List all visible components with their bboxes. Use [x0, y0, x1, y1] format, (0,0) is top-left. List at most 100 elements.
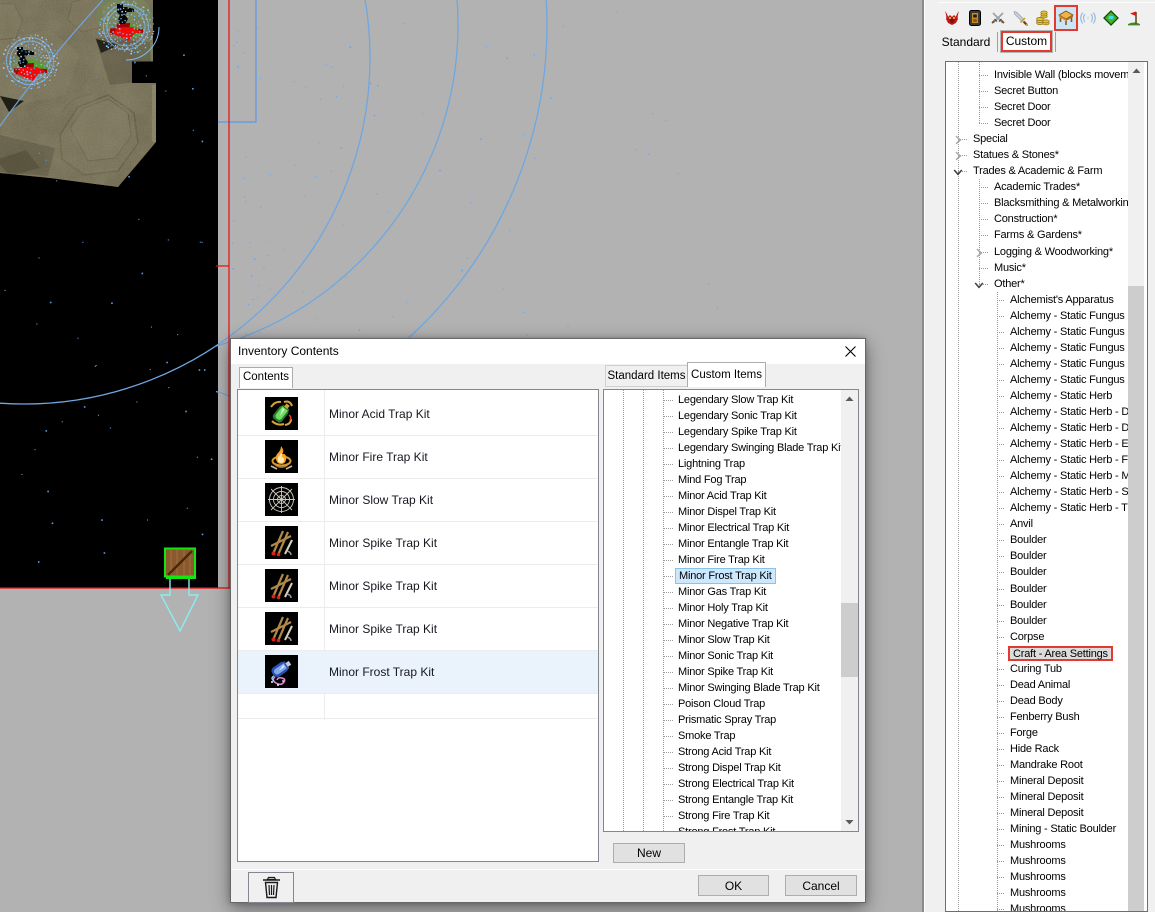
palette-tree-row[interactable]: Boulder: [946, 532, 1131, 548]
item-tree-row[interactable]: Minor Slow Trap Kit: [604, 632, 841, 648]
palette-tab-standard[interactable]: Standard: [940, 33, 992, 52]
item-tree-row[interactable]: Minor Spike Trap Kit: [604, 664, 841, 680]
palette-tree-row[interactable]: Statues & Stones*: [946, 147, 1131, 163]
scroll-down-button[interactable]: [841, 814, 858, 831]
palette-tree-row[interactable]: Mushrooms: [946, 853, 1131, 869]
custom-items-tree[interactable]: Legendary Slow Trap Kit Legendary Sonic …: [603, 389, 859, 832]
palette-tree-row[interactable]: Mushrooms: [946, 885, 1131, 901]
chevron-down-icon[interactable]: [974, 279, 984, 289]
palette-tab-custom[interactable]: Custom: [1001, 31, 1052, 52]
store-tool-button[interactable]: [1035, 10, 1051, 26]
inventory-row[interactable]: Minor Spike Trap Kit: [238, 608, 598, 651]
tab-custom-items[interactable]: Custom Items: [687, 362, 766, 387]
palette-tree-row[interactable]: Construction*: [946, 211, 1131, 227]
palette-tree-row[interactable]: Alchemy - Static Fungus: [946, 308, 1131, 324]
chevron-right-icon[interactable]: [953, 150, 963, 160]
palette-scrollbar[interactable]: [1128, 62, 1144, 911]
palette-tree-row[interactable]: Mineral Deposit: [946, 805, 1131, 821]
palette-tree-row[interactable]: Alchemy - Static Herb - D: [946, 404, 1131, 420]
item-tree-row[interactable]: Legendary Sonic Trap Kit: [604, 408, 841, 424]
palette-tree-row[interactable]: Mineral Deposit: [946, 773, 1131, 789]
scrollbar-thumb[interactable]: [1128, 286, 1144, 912]
palette-tree-row[interactable]: Mining - Static Boulder: [946, 821, 1131, 837]
palette-tree-row[interactable]: Alchemy - Static Herb - E.: [946, 436, 1131, 452]
creature-tool-button[interactable]: [944, 10, 960, 26]
palette-tree-row[interactable]: Corpse: [946, 629, 1131, 645]
palette-tree-row[interactable]: Alchemy - Static Fungus - S: [946, 372, 1131, 388]
palette-tree-row[interactable]: Alchemy - Static Herb - Tr: [946, 500, 1131, 516]
item-tree-row[interactable]: Strong Electrical Trap Kit: [604, 776, 841, 792]
item-tree-row[interactable]: Minor Acid Trap Kit: [604, 488, 841, 504]
palette-tree-row[interactable]: Boulder: [946, 548, 1131, 564]
palette-tree-row[interactable]: Forge: [946, 725, 1131, 741]
palette-tree-row[interactable]: Alchemy - Static Herb - M: [946, 468, 1131, 484]
palette-tree-row[interactable]: Music*: [946, 260, 1131, 276]
palette-tree-row[interactable]: Mushrooms: [946, 901, 1131, 912]
chevron-down-icon[interactable]: [953, 166, 963, 176]
item-tree-row[interactable]: Strong Entangle Trap Kit: [604, 792, 841, 808]
item-tree-row[interactable]: Lightning Trap: [604, 456, 841, 472]
palette-tree-row[interactable]: Academic Trades*: [946, 179, 1131, 195]
palette-tree-row[interactable]: Curing Tub: [946, 661, 1131, 677]
scroll-up-button[interactable]: [841, 390, 858, 407]
palette-tree-row[interactable]: Craft - Area Settings: [946, 645, 1131, 661]
palette-tree-row[interactable]: Dead Animal: [946, 677, 1131, 693]
palette-tree-row[interactable]: Alchemy - Static Fungus - B: [946, 324, 1131, 340]
palette-tree-row[interactable]: Secret Button: [946, 83, 1131, 99]
palette-tree-row[interactable]: Logging & Woodworking*: [946, 244, 1131, 260]
item-tree-row[interactable]: Strong Frost Trap Kit: [604, 824, 841, 832]
item-tree-row[interactable]: Minor Sonic Trap Kit: [604, 648, 841, 664]
inventory-row[interactable]: Minor Spike Trap Kit: [238, 522, 598, 565]
ok-button[interactable]: OK: [698, 875, 769, 896]
inventory-row[interactable]: Minor Frost Trap Kit: [238, 651, 598, 694]
palette-tree-row[interactable]: Special: [946, 131, 1131, 147]
palette-tree-row[interactable]: Blacksmithing & Metalworking*: [946, 195, 1131, 211]
palette-tree-row[interactable]: Mushrooms: [946, 837, 1131, 853]
close-button[interactable]: [841, 343, 859, 360]
palette-tree[interactable]: Invisible Wall (blocks movement)Secret B…: [945, 61, 1148, 912]
inventory-row[interactable]: Minor Fire Trap Kit: [238, 436, 598, 479]
delete-item-button[interactable]: [248, 872, 294, 903]
palette-tree-row[interactable]: Boulder: [946, 581, 1131, 597]
item-tree-row[interactable]: Minor Electrical Trap Kit: [604, 520, 841, 536]
item-tree-row[interactable]: Strong Fire Trap Kit: [604, 808, 841, 824]
tab-contents[interactable]: Contents: [239, 367, 293, 388]
items-tree-scrollbar[interactable]: [841, 390, 858, 831]
palette-tree-row[interactable]: Other*: [946, 276, 1131, 292]
item-tree-row[interactable]: Minor Negative Trap Kit: [604, 616, 841, 632]
item-tool-button[interactable]: [1012, 10, 1028, 26]
item-tree-row[interactable]: Minor Fire Trap Kit: [604, 552, 841, 568]
scroll-up-button[interactable]: [1128, 62, 1144, 79]
palette-tree-row[interactable]: Boulder: [946, 597, 1131, 613]
palette-tree-row[interactable]: Invisible Wall (blocks movement): [946, 67, 1131, 83]
inventory-row[interactable]: Minor Slow Trap Kit: [238, 479, 598, 522]
palette-tree-row[interactable]: Alchemy - Static Herb - Su: [946, 484, 1131, 500]
scrollbar-thumb[interactable]: [841, 603, 858, 677]
palette-tree-row[interactable]: Mineral Deposit: [946, 789, 1131, 805]
palette-tree-row[interactable]: Alchemy - Static Fungus - G: [946, 356, 1131, 372]
item-tree-row[interactable]: Minor Swinging Blade Trap Kit: [604, 680, 841, 696]
item-tree-row[interactable]: Legendary Swinging Blade Trap Kit: [604, 440, 841, 456]
palette-tree-row[interactable]: Hide Rack: [946, 741, 1131, 757]
palette-tree-row[interactable]: Dead Body: [946, 693, 1131, 709]
item-tree-row[interactable]: Poison Cloud Trap: [604, 696, 841, 712]
door-tool-button[interactable]: [967, 10, 983, 26]
new-button[interactable]: New: [613, 843, 685, 863]
palette-tree-row[interactable]: Secret Door: [946, 115, 1131, 131]
item-tree-row[interactable]: Strong Acid Trap Kit: [604, 744, 841, 760]
waypoint-tool-button[interactable]: [1126, 10, 1142, 26]
dialog-titlebar[interactable]: Inventory Contents: [231, 339, 865, 364]
item-tree-row[interactable]: Prismatic Spray Trap: [604, 712, 841, 728]
item-tree-row[interactable]: Minor Entangle Trap Kit: [604, 536, 841, 552]
item-tree-row[interactable]: Minor Frost Trap Kit: [604, 568, 841, 584]
palette-tree-row[interactable]: Trades & Academic & Farm: [946, 163, 1131, 179]
palette-tree-row[interactable]: Mushrooms: [946, 869, 1131, 885]
palette-tree-row[interactable]: Alchemist's Apparatus: [946, 292, 1131, 308]
palette-tree-row[interactable]: Alchemy - Static Fungus - D: [946, 340, 1131, 356]
item-tree-row[interactable]: Mind Fog Trap: [604, 472, 841, 488]
item-tree-row[interactable]: Minor Holy Trap Kit: [604, 600, 841, 616]
item-tree-row[interactable]: Minor Gas Trap Kit: [604, 584, 841, 600]
item-tree-row[interactable]: Smoke Trap: [604, 728, 841, 744]
cancel-button[interactable]: Cancel: [785, 875, 857, 896]
palette-tree-row[interactable]: Anvil: [946, 516, 1131, 532]
